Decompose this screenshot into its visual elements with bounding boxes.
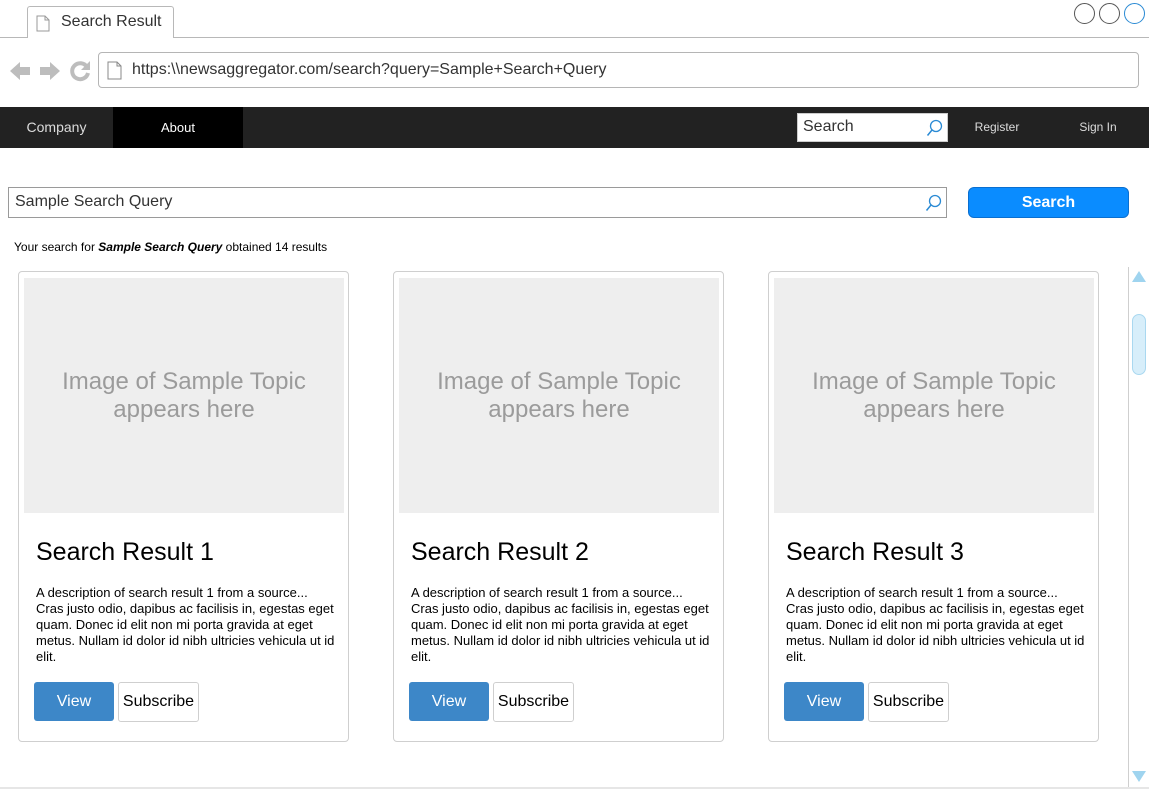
address-bar: https:\\newsaggregator.com/search?query=… <box>0 38 1149 107</box>
summary-prefix: Your search for <box>14 240 99 254</box>
window-close-button[interactable] <box>1074 3 1095 24</box>
nav-signin-link[interactable]: Sign In <box>1068 107 1128 148</box>
site-navbar: Company About Search Register Sign In <box>0 107 1149 148</box>
url-text: https:\\newsaggregator.com/search?query=… <box>132 61 607 78</box>
magnifier-icon[interactable] <box>926 119 943 137</box>
result-image-placeholder: Image of Sample Topic appears here <box>24 278 344 513</box>
back-arrow-icon[interactable] <box>8 59 32 83</box>
nav-about-link[interactable]: About <box>113 107 243 148</box>
tab-title: Search Result <box>61 13 162 30</box>
nav-search-placeholder: Search <box>803 118 854 135</box>
nav-register-link[interactable]: Register <box>966 107 1028 148</box>
scroll-thumb[interactable] <box>1132 314 1146 375</box>
view-button[interactable]: View <box>34 682 114 721</box>
window-minimize-button[interactable] <box>1099 3 1120 24</box>
window-maximize-button[interactable] <box>1124 3 1145 24</box>
result-description: A description of search result 1 from a … <box>36 585 335 664</box>
window-controls <box>1074 3 1145 24</box>
forward-arrow-icon[interactable] <box>38 59 62 83</box>
result-description: A description of search result 1 from a … <box>411 585 710 664</box>
view-button[interactable]: View <box>409 682 489 721</box>
result-title[interactable]: Search Result 1 <box>36 538 214 567</box>
subscribe-button[interactable]: Subscribe <box>118 682 199 722</box>
summary-suffix: obtained 14 results <box>222 240 328 254</box>
result-title[interactable]: Search Result 3 <box>786 538 964 567</box>
results-summary: Your search for Sample Search Query obta… <box>14 240 327 254</box>
search-button[interactable]: Search <box>968 187 1129 218</box>
browser-tabstrip: Search Result <box>0 0 1149 39</box>
vertical-scrollbar[interactable] <box>1128 267 1149 789</box>
result-card: Image of Sample Topic appears here Searc… <box>393 271 724 742</box>
subscribe-button[interactable]: Subscribe <box>493 682 574 722</box>
result-description: A description of search result 1 from a … <box>786 585 1085 664</box>
view-button[interactable]: View <box>784 682 864 721</box>
browser-tab[interactable]: Search Result <box>27 6 174 39</box>
url-input[interactable]: https:\\newsaggregator.com/search?query=… <box>98 52 1139 88</box>
page-icon <box>36 15 50 32</box>
main-search-input[interactable]: Sample Search Query <box>8 187 947 218</box>
scroll-down-arrow-icon[interactable] <box>1132 771 1146 782</box>
result-image-placeholder: Image of Sample Topic appears here <box>774 278 1094 513</box>
nav-company-link[interactable]: Company <box>0 107 113 148</box>
result-card: Image of Sample Topic appears here Searc… <box>18 271 349 742</box>
result-card: Image of Sample Topic appears here Searc… <box>768 271 1099 742</box>
result-title[interactable]: Search Result 2 <box>411 538 589 567</box>
main-search-value: Sample Search Query <box>15 193 173 210</box>
subscribe-button[interactable]: Subscribe <box>868 682 949 722</box>
reload-icon[interactable] <box>68 59 92 83</box>
page-icon <box>107 61 122 80</box>
magnifier-icon[interactable] <box>925 194 942 212</box>
result-image-placeholder: Image of Sample Topic appears here <box>399 278 719 513</box>
scroll-up-arrow-icon[interactable] <box>1132 271 1146 282</box>
nav-search-input[interactable]: Search <box>797 113 948 142</box>
summary-query: Sample Search Query <box>98 240 223 254</box>
